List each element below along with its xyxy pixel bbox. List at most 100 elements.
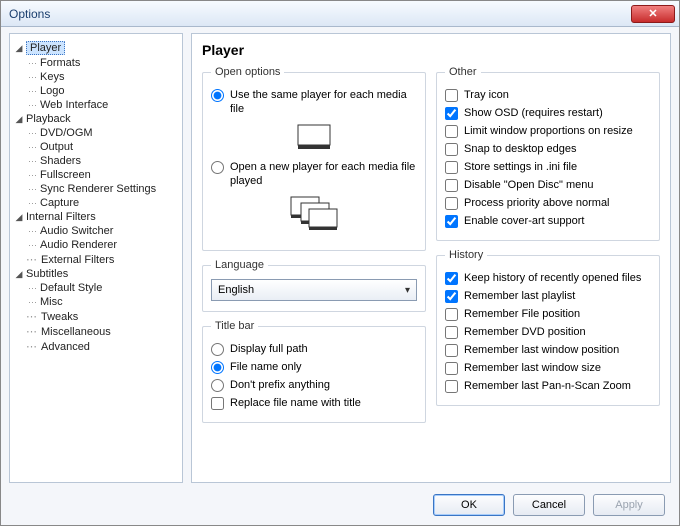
radio-full-path[interactable]: Display full path xyxy=(211,340,417,358)
tree-item[interactable]: ◢Subtitles xyxy=(14,267,178,281)
check-item-label: Show OSD (requires restart) xyxy=(464,106,603,120)
check-item[interactable]: Remember File position xyxy=(445,305,651,323)
open-options-group: Open options Use the same player for eac… xyxy=(202,66,426,251)
check-item[interactable]: Remember last window size xyxy=(445,359,651,377)
check-item-input[interactable] xyxy=(445,143,458,156)
close-button[interactable]: ✕ xyxy=(631,5,675,23)
tree-bullet-icon: ⋯ xyxy=(28,184,38,195)
radio-full-path-input[interactable] xyxy=(211,343,224,356)
radio-file-name-input[interactable] xyxy=(211,361,224,374)
radio-full-path-label: Display full path xyxy=(230,342,308,356)
check-item-input[interactable] xyxy=(445,290,458,303)
check-item-label: Remember last window size xyxy=(464,361,601,375)
tree-item[interactable]: ⋯Advanced xyxy=(14,339,178,354)
ok-button[interactable]: OK xyxy=(433,494,505,516)
tree-item[interactable]: ⋯Formats xyxy=(28,56,178,70)
tree-bullet-icon: ⋯ xyxy=(28,58,38,69)
tree-item[interactable]: ⋯DVD/OGM xyxy=(28,126,178,140)
check-item-input[interactable] xyxy=(445,89,458,102)
check-item[interactable]: Remember DVD position xyxy=(445,323,651,341)
check-item[interactable]: Remember last Pan-n-Scan Zoom xyxy=(445,377,651,395)
tree-item[interactable]: ⋯Tweaks xyxy=(14,309,178,324)
history-legend: History xyxy=(445,249,487,261)
check-item[interactable]: Disable "Open Disc" menu xyxy=(445,176,651,194)
radio-no-prefix-label: Don't prefix anything xyxy=(230,378,330,392)
tree-item[interactable]: ⋯Audio Renderer xyxy=(28,238,178,252)
radio-file-name[interactable]: File name only xyxy=(211,358,417,376)
radio-no-prefix-input[interactable] xyxy=(211,379,224,392)
tree-item[interactable]: ◢Playback xyxy=(14,112,178,126)
radio-same-player[interactable]: Use the same player for each media file xyxy=(211,86,417,118)
tree-bullet-icon: ⋯ xyxy=(26,325,37,338)
check-item-input[interactable] xyxy=(445,215,458,228)
check-item-label: Enable cover-art support xyxy=(464,214,584,228)
check-item[interactable]: Tray icon xyxy=(445,86,651,104)
caret-icon: ◢ xyxy=(14,269,24,280)
tree-item[interactable]: ⋯External Filters xyxy=(14,252,178,267)
cancel-button[interactable]: Cancel xyxy=(513,494,585,516)
check-item-input[interactable] xyxy=(445,308,458,321)
tree-bullet-icon: ⋯ xyxy=(28,86,38,97)
category-tree[interactable]: ◢Player⋯Formats⋯Keys⋯Logo⋯Web Interface◢… xyxy=(9,33,183,483)
tree-item[interactable]: ⋯Default Style xyxy=(28,281,178,295)
check-item-input[interactable] xyxy=(445,161,458,174)
tree-item[interactable]: ⋯Logo xyxy=(28,84,178,98)
tree-item[interactable]: ⋯Miscellaneous xyxy=(14,324,178,339)
tree-item[interactable]: ⋯Fullscreen xyxy=(28,168,178,182)
tree-item-label: Advanced xyxy=(41,341,90,353)
check-item-input[interactable] xyxy=(445,362,458,375)
language-group: Language English xyxy=(202,259,426,312)
content-panel: Player Open options Use the same player … xyxy=(191,33,671,483)
titlebar-legend: Title bar xyxy=(211,320,258,332)
tree-item[interactable]: ⋯Keys xyxy=(28,70,178,84)
check-item-label: Remember last Pan-n-Scan Zoom xyxy=(464,379,631,393)
check-item-input[interactable] xyxy=(445,125,458,138)
radio-new-player-input[interactable] xyxy=(211,161,224,174)
check-replace-title-input[interactable] xyxy=(211,397,224,410)
caret-icon: ◢ xyxy=(14,212,24,223)
check-item[interactable]: Enable cover-art support xyxy=(445,212,651,230)
radio-new-player[interactable]: Open a new player for each media file pl… xyxy=(211,158,417,190)
check-item-input[interactable] xyxy=(445,197,458,210)
check-item-input[interactable] xyxy=(445,107,458,120)
check-item[interactable]: Show OSD (requires restart) xyxy=(445,104,651,122)
radio-no-prefix[interactable]: Don't prefix anything xyxy=(211,376,417,394)
tree-item-label: Output xyxy=(40,141,73,153)
tree-item[interactable]: ◢Player xyxy=(14,40,178,56)
apply-button[interactable]: Apply xyxy=(593,494,665,516)
language-select[interactable]: English xyxy=(211,279,417,301)
check-replace-title[interactable]: Replace file name with title xyxy=(211,394,417,412)
check-item-input[interactable] xyxy=(445,380,458,393)
media-single-icon xyxy=(297,124,331,150)
check-item[interactable]: Remember last window position xyxy=(445,341,651,359)
check-item[interactable]: Remember last playlist xyxy=(445,287,651,305)
tree-item[interactable]: ⋯Misc xyxy=(28,295,178,309)
tree-bullet-icon: ⋯ xyxy=(26,253,37,266)
tree-bullet-icon: ⋯ xyxy=(28,142,38,153)
tree-item[interactable]: ⋯Output xyxy=(28,140,178,154)
tree-item-label: Audio Switcher xyxy=(40,225,113,237)
tree-item[interactable]: ⋯Audio Switcher xyxy=(28,224,178,238)
check-item-input[interactable] xyxy=(445,326,458,339)
tree-item-label: Playback xyxy=(26,113,71,125)
check-item[interactable]: Store settings in .ini file xyxy=(445,158,651,176)
check-item-input[interactable] xyxy=(445,272,458,285)
tree-item[interactable]: ⋯Web Interface xyxy=(28,98,178,112)
check-item-label: Remember last playlist xyxy=(464,289,575,303)
tree-item[interactable]: ⋯Capture xyxy=(28,196,178,210)
tree-item-label: Capture xyxy=(40,197,79,209)
check-item[interactable]: Keep history of recently opened files xyxy=(445,269,651,287)
check-item-label: Process priority above normal xyxy=(464,196,610,210)
radio-same-player-input[interactable] xyxy=(211,89,224,102)
check-item[interactable]: Process priority above normal xyxy=(445,194,651,212)
check-item-input[interactable] xyxy=(445,179,458,192)
check-item[interactable]: Limit window proportions on resize xyxy=(445,122,651,140)
tree-item[interactable]: ⋯Sync Renderer Settings xyxy=(28,182,178,196)
tree-item-label: Formats xyxy=(40,57,80,69)
check-item[interactable]: Snap to desktop edges xyxy=(445,140,651,158)
check-item-input[interactable] xyxy=(445,344,458,357)
tree-bullet-icon: ⋯ xyxy=(26,310,37,323)
tree-item[interactable]: ◢Internal Filters xyxy=(14,210,178,224)
other-legend: Other xyxy=(445,66,481,78)
tree-item[interactable]: ⋯Shaders xyxy=(28,154,178,168)
